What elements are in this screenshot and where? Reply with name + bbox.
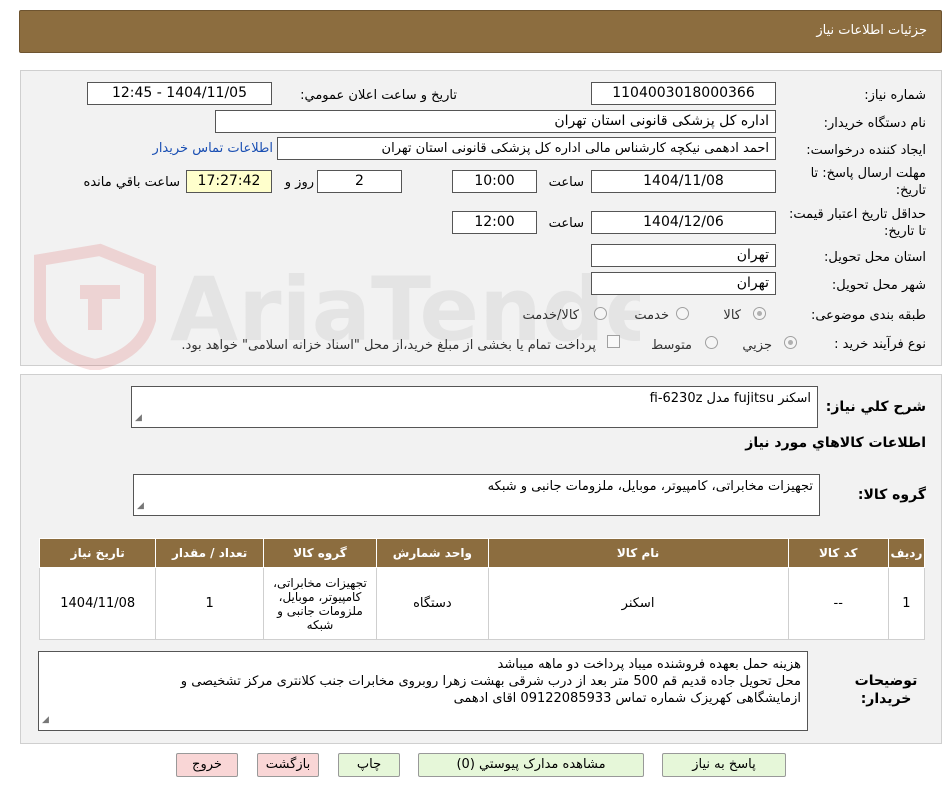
col-quantity: تعداد / مقدار xyxy=(155,538,264,568)
treasury-checkbox[interactable] xyxy=(607,335,620,348)
category-option-goods: کالا xyxy=(723,308,741,323)
cell-goods-group-text: تجهیزات مخابراتی، کامپیوتر، موبایل، ملزو… xyxy=(273,575,367,632)
cell-goods-group: تجهیزات مخابراتی، کامپیوتر، موبایل، ملزو… xyxy=(262,567,378,640)
resize-grip-icon[interactable]: ◢ xyxy=(42,712,49,729)
category-radio-goods-service[interactable] xyxy=(594,307,607,320)
category-option-goods-service: کالا/خدمت xyxy=(522,308,579,323)
deadline-date-field: 1404/11/08 xyxy=(591,170,776,193)
city-label: شهر محل تحويل: xyxy=(831,278,926,293)
process-radio-minor[interactable] xyxy=(784,336,797,349)
page-title: جزئيات اطلاعات نياز xyxy=(816,23,927,38)
exit-button[interactable]: خروج xyxy=(176,753,238,777)
goods-section-title: اطلاعات کالاهاي مورد نياز xyxy=(745,435,926,451)
col-goods-name: نام کالا xyxy=(487,538,789,568)
announce-field: 1404/11/05 - 12:45 xyxy=(87,82,272,105)
back-button[interactable]: بازگشت xyxy=(257,753,319,777)
col-row-number: رديف xyxy=(887,538,926,568)
buyer-notes-line-3: ازمایشگاهی کهریزک شماره تماس 09122085933… xyxy=(453,691,801,706)
deadline-label: مهلت ارسال پاسخ: تا تاريخ: xyxy=(810,166,926,198)
days-field: 2 xyxy=(317,170,402,193)
city-field: تهران xyxy=(591,272,776,295)
view-attachments-button[interactable]: مشاهده مدارک پيوستي (0) xyxy=(418,753,644,777)
col-need-date: تاريخ نياز xyxy=(38,538,157,568)
resize-grip-icon[interactable]: ◢ xyxy=(137,498,144,514)
remaining-label: ساعت باقي مانده xyxy=(83,175,180,190)
page-header: جزئيات اطلاعات نياز xyxy=(19,10,942,53)
summary-label: شرح کلي نياز: xyxy=(825,399,926,415)
print-button[interactable]: چاپ xyxy=(338,753,400,777)
table-row: 1 -- اسکنر دستگاه تجهیزات مخابراتی، کامپ… xyxy=(38,567,926,640)
buyer-notes-line-2: محل تحویل جاده قدیم قم 500 متر بعد از در… xyxy=(180,674,801,689)
validity-time-field: 12:00 xyxy=(452,211,537,234)
cell-unit: دستگاه xyxy=(376,567,489,640)
buyer-org-field: اداره کل پزشکی قانونی استان تهران xyxy=(215,110,776,133)
need-number-field: 1104003018000366 xyxy=(591,82,776,105)
cell-goods-name: اسکنر xyxy=(487,567,789,640)
validity-time-label: ساعت xyxy=(548,216,584,231)
summary-text: اسکنر fujitsu مدل fi-6230z xyxy=(649,391,811,406)
province-field: تهران xyxy=(591,244,776,267)
buyer-notes-line-1: هزینه حمل بعهده فروشنده میباد پرداخت دو … xyxy=(497,657,801,672)
process-radio-medium[interactable] xyxy=(705,336,718,349)
cell-quantity: 1 xyxy=(155,567,264,640)
category-radio-service[interactable] xyxy=(676,307,689,320)
category-option-service: خدمت xyxy=(634,308,669,323)
treasury-note: پرداخت تمام يا بخشی از مبلغ خريد،از محل … xyxy=(181,338,596,353)
col-goods-code: کد کالا xyxy=(787,538,889,568)
announce-label: تاريخ و ساعت اعلان عمومي: xyxy=(300,88,457,103)
buyer-notes-field: هزینه حمل بعهده فروشنده میباد پرداخت دو … xyxy=(38,651,808,731)
cell-goods-code: -- xyxy=(787,567,889,640)
remaining-time-field: 17:27:42 xyxy=(186,170,272,193)
cell-row-number: 1 xyxy=(887,567,926,640)
province-label: استان محل تحويل: xyxy=(824,250,926,265)
process-option-minor: جزيي xyxy=(742,338,772,353)
validity-label: حداقل تاريخ اعتبار قيمت: تا تاريخ: xyxy=(788,207,926,239)
process-label: نوع فرآيند خريد : xyxy=(834,337,926,352)
category-label: طبقه بندی موضوعی: xyxy=(810,308,926,323)
goods-group-text: تجهیزات مخابراتی، کامپیوتر، موبایل، ملزو… xyxy=(487,479,813,494)
goods-group-field: تجهیزات مخابراتی، کامپیوتر، موبایل، ملزو… xyxy=(133,474,820,516)
buyer-org-label: نام دستگاه خريدار: xyxy=(823,116,926,131)
days-label: روز و xyxy=(284,175,314,190)
table-header-row: رديف کد کالا نام کالا واحد شمارش گروه کا… xyxy=(38,538,926,568)
validity-date-field: 1404/12/06 xyxy=(591,211,776,234)
requester-label: ايجاد کننده درخواست: xyxy=(806,143,926,158)
need-number-label: شماره نياز: xyxy=(864,88,926,103)
resize-grip-icon[interactable]: ◢ xyxy=(135,410,142,426)
buyer-contact-link[interactable]: اطلاعات تماس خريدار xyxy=(153,141,273,156)
cell-need-date: 1404/11/08 xyxy=(38,567,157,640)
deadline-time-label: ساعت xyxy=(548,175,584,190)
category-radio-goods[interactable] xyxy=(753,307,766,320)
col-goods-group: گروه کالا xyxy=(262,538,378,568)
goods-table: رديف کد کالا نام کالا واحد شمارش گروه کا… xyxy=(38,538,926,640)
summary-field: اسکنر fujitsu مدل fi-6230z ◢ xyxy=(131,386,818,428)
col-unit: واحد شمارش xyxy=(376,538,489,568)
buyer-notes-label: توضيحات خريدار: xyxy=(854,673,918,707)
deadline-time-field: 10:00 xyxy=(452,170,537,193)
goods-group-label: گروه کالا: xyxy=(857,487,926,503)
respond-button[interactable]: پاسخ به نياز xyxy=(662,753,786,777)
requester-field: احمد ادهمی نیکچه کارشناس مالی اداره کل پ… xyxy=(277,137,776,160)
process-option-medium: متوسط xyxy=(651,338,692,353)
